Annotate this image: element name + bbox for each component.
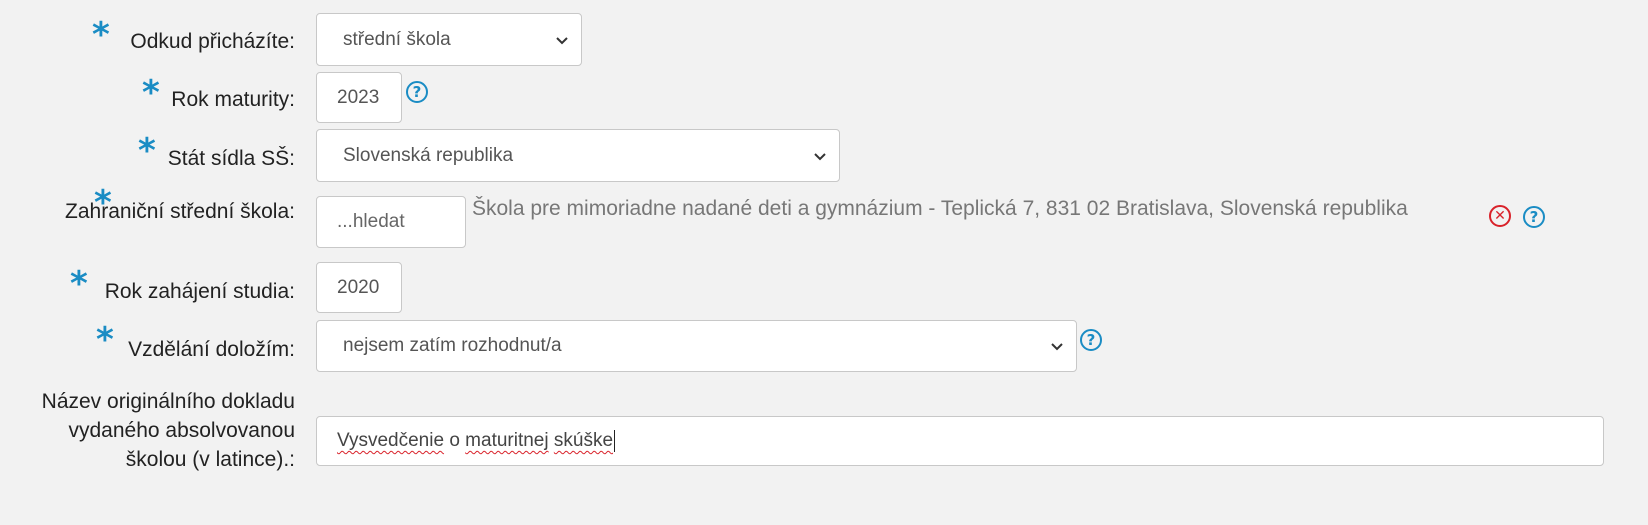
required-asterisk: * [70, 264, 88, 304]
original-document-label: Název originálního dokladu vydaného abso… [41, 390, 295, 471]
study-start-year-label: Rok zahájení studia: [104, 280, 295, 303]
school-country-select[interactable]: Slovenská republika [316, 129, 840, 182]
graduation-year-value: 2023 [337, 86, 380, 108]
school-country-value: Slovenská republika [343, 144, 514, 166]
graduation-year-label: Rok maturity: [171, 88, 295, 111]
foreign-school-search-input[interactable]: ...hledat [316, 196, 466, 248]
study-start-year-input[interactable]: 2020 [316, 262, 402, 313]
spellcheck-word: maturitnej [465, 430, 549, 451]
help-icon[interactable]: ? [1523, 206, 1545, 228]
chevron-down-icon [556, 36, 568, 44]
required-asterisk: * [142, 73, 160, 113]
graduation-year-input[interactable]: 2023 [316, 72, 402, 123]
origin-select-value: střední škola [343, 28, 451, 50]
required-asterisk: * [138, 131, 156, 171]
required-asterisk: * [92, 15, 110, 55]
text-caret [614, 429, 616, 452]
foreign-school-label: Zahraniční střední škola: [65, 200, 295, 223]
original-document-value: Vysvedčenie o maturitnej skúške [317, 429, 1603, 452]
education-proof-select[interactable]: nejsem zatím rozhodnut/a [316, 320, 1077, 372]
origin-select[interactable]: střední škola [316, 13, 582, 66]
education-proof-value: nejsem zatím rozhodnut/a [343, 335, 562, 356]
chevron-down-icon [814, 152, 826, 160]
selected-school-text: Škola pre mimoriadne nadané deti a gymná… [472, 197, 1408, 220]
help-icon[interactable]: ? [406, 81, 428, 103]
school-country-label: Stát sídla SŠ: [167, 147, 295, 170]
origin-label: Odkud přicházíte: [130, 30, 295, 53]
education-proof-label: Vzdělání doložím: [128, 338, 295, 361]
original-document-input[interactable]: Vysvedčenie o maturitnej skúške [316, 416, 1604, 466]
close-circle-icon[interactable]: ✕ [1489, 205, 1511, 227]
spellcheck-word: skúške [553, 430, 614, 451]
chevron-down-icon [1051, 343, 1063, 351]
required-asterisk: * [96, 320, 114, 360]
study-start-year-value: 2020 [337, 276, 380, 298]
help-icon[interactable]: ? [1080, 329, 1102, 351]
plain-word: o [449, 430, 460, 451]
spellcheck-word: Vysvedčenie [337, 430, 445, 451]
foreign-school-search-placeholder: ...hledat [337, 211, 405, 232]
